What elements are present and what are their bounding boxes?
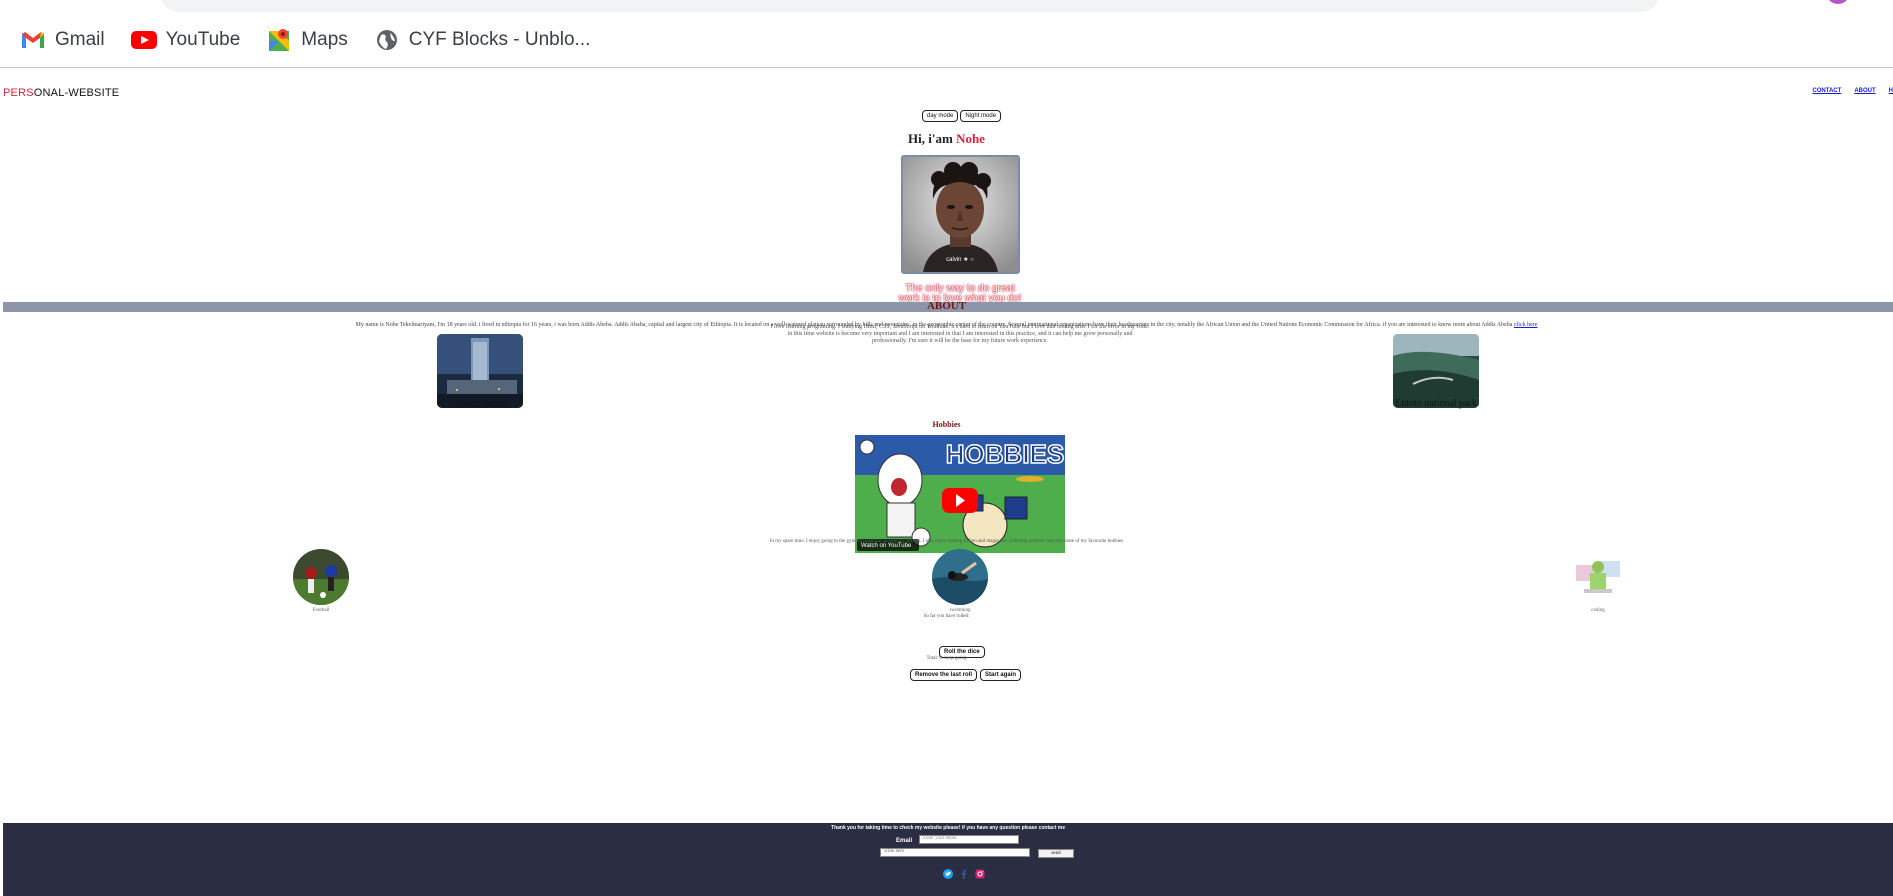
dice-rolled-text: So far you have rolled:: [923, 614, 970, 619]
dice-controls: Remove the last roll Start again: [910, 669, 1022, 681]
twitter-icon[interactable]: [943, 866, 953, 879]
entoto-park-photo: [1393, 334, 1479, 408]
bookmark-label: Maps: [301, 29, 348, 50]
bookmark-youtube[interactable]: YouTube: [130, 27, 241, 53]
football-caption: Football: [312, 608, 330, 613]
instagram-icon[interactable]: [975, 866, 985, 879]
night-mode-button[interactable]: Night mode: [960, 110, 1002, 122]
africa-union-caption: Africa union: [454, 399, 506, 410]
dice-total-text: Total: 0. keep going: [926, 656, 967, 661]
bookmark-gmail[interactable]: Gmail: [20, 27, 105, 53]
hero-greeting: Hi, i'am Nohe: [0, 131, 1893, 147]
coding-caption: coding: [1591, 608, 1605, 613]
africa-union-photo: [437, 334, 523, 408]
email-label: Email: [896, 838, 913, 844]
day-mode-button[interactable]: day mode: [922, 110, 959, 122]
browser-chrome: Gmail YouTube Maps CYF Blocks - Unblo...: [0, 0, 1893, 68]
bookmark-label: Gmail: [55, 29, 105, 50]
facebook-icon[interactable]: [959, 866, 969, 879]
nav-about-link[interactable]: ABOUT: [1854, 88, 1875, 94]
social-links: [943, 866, 985, 879]
remove-last-roll-button[interactable]: Remove the last roll: [910, 669, 978, 681]
hobbies-paragraph: In my spare time, I enjoy going to the g…: [769, 539, 1124, 544]
nav-home-link[interactable]: H: [1889, 88, 1893, 94]
profile-portrait: calvin ★ ○: [901, 155, 1020, 274]
footer-title: Thank you for taking time to check my we…: [831, 825, 1065, 831]
maps-icon: [266, 27, 292, 53]
coding-photo: [1570, 549, 1626, 605]
portrait-watermark: calvin ★ ○: [946, 256, 974, 263]
logo-text: ONAL-WEBSITE: [33, 87, 120, 99]
addis-abeba-link[interactable]: click here: [1514, 322, 1537, 328]
youtube-icon: [130, 27, 157, 53]
nav-contact-link[interactable]: CONTACT: [1812, 88, 1841, 94]
globe-icon: [374, 27, 400, 53]
message-input[interactable]: write here: [880, 848, 1030, 857]
swimming-photo: [932, 549, 988, 605]
theme-toggle-group: day mode Night mode: [922, 110, 1002, 122]
greeting-text: Hi, i'am: [908, 131, 957, 146]
football-photo: [293, 549, 349, 605]
about-paragraph: My name is Nohe Tekelmariyam, I'm 18 yea…: [0, 322, 1893, 328]
video-title: HOBBIES: [946, 439, 1064, 469]
bookmarks-bar: Gmail YouTube Maps CYF Blocks - Unblo...: [0, 24, 596, 56]
email-input[interactable]: Enter your email: [919, 835, 1019, 844]
contact-footer: Thank you for taking time to check my we…: [3, 823, 1893, 896]
bookmark-label: CYF Blocks - Unblo...: [408, 29, 591, 50]
bookmark-maps[interactable]: Maps: [266, 27, 348, 53]
profile-avatar[interactable]: [1826, 0, 1850, 4]
bookmark-label: YouTube: [165, 29, 241, 50]
swimming-caption: swimming: [949, 608, 971, 613]
site-logo[interactable]: PERSONAL-WEBSITE: [3, 87, 119, 99]
bookmark-cyf-blocks[interactable]: CYF Blocks - Unblo...: [374, 27, 591, 53]
address-bar[interactable]: [160, 0, 1660, 12]
gmail-icon: [20, 27, 46, 53]
send-button[interactable]: send: [1038, 849, 1074, 858]
greeting-name: Nohe: [956, 131, 985, 146]
start-again-button[interactable]: Start again: [980, 669, 1022, 681]
about-heading: ABOUT: [926, 300, 967, 312]
hobbies-video-embed[interactable]: HOBBIES Watch on YouTube: [855, 435, 1065, 553]
top-nav: CONTACT ABOUT H: [1812, 88, 1893, 94]
hobbies-heading: Hobbies: [932, 420, 961, 429]
about-text: My name is Nohe Tekelmariyam, I'm 18 yea…: [355, 322, 1514, 328]
entoto-park-caption: Entoto national park: [1395, 398, 1477, 409]
web-page: PERSONAL-WEBSITE CONTACT ABOUT H day mod…: [0, 68, 1893, 896]
logo-accent-text: PERS: [3, 87, 34, 99]
